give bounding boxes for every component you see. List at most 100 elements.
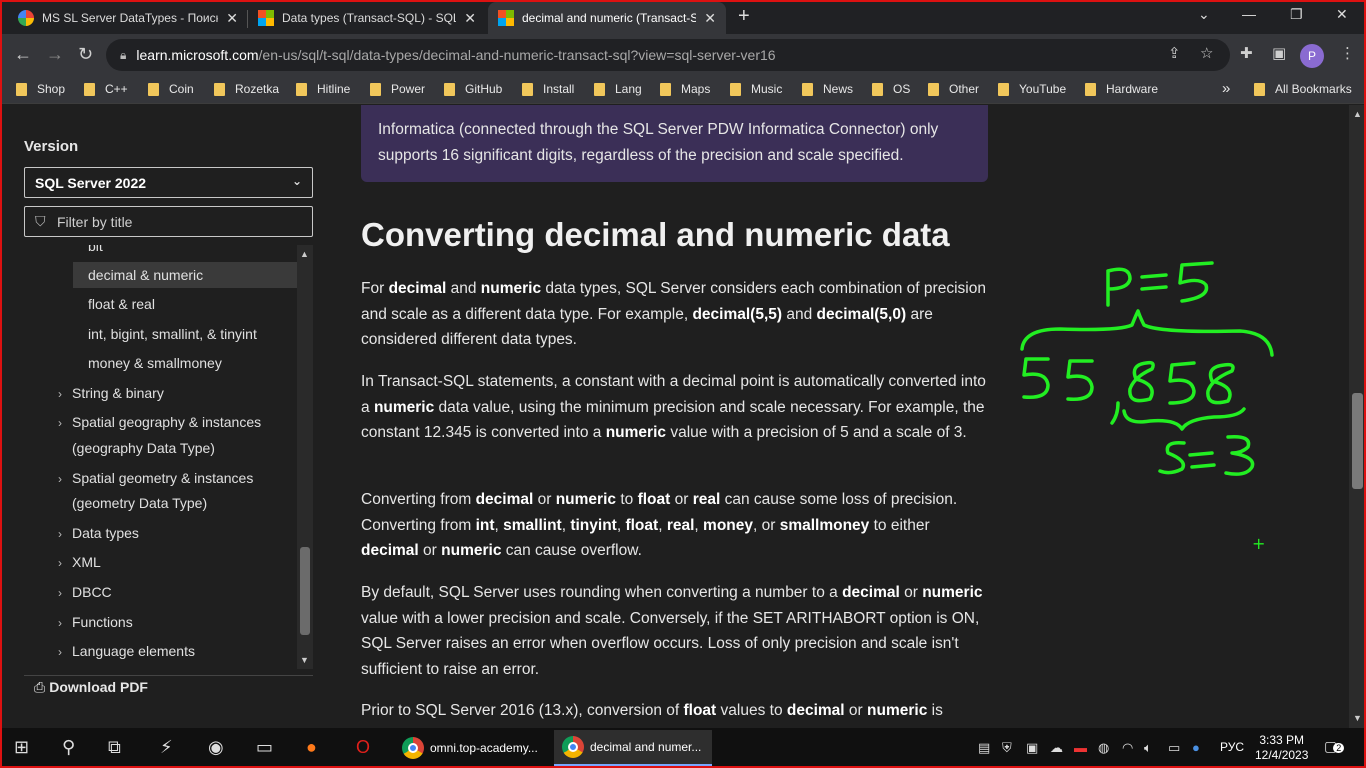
reload-icon[interactable]: ↻ [78, 44, 93, 65]
menu-icon[interactable]: ⋮ [1340, 44, 1355, 62]
taskbar-chrome-window[interactable]: omni.top-academy... [394, 730, 550, 766]
terminal-icon[interactable]: ▭ [256, 737, 273, 758]
extensions-icon[interactable]: ✚ [1240, 44, 1253, 62]
wifi-icon[interactable]: ◠ [1122, 740, 1133, 756]
paragraph: By default, SQL Server uses rounding whe… [361, 584, 983, 679]
tray-icon[interactable]: ▤ [978, 740, 990, 756]
tray-icon[interactable]: ▬ [1074, 740, 1087, 755]
bookmark-hitline[interactable]: Hitline [296, 82, 350, 96]
toc-item-bit[interactable]: bit [88, 245, 103, 259]
bookmark-lang[interactable]: Lang [594, 82, 642, 96]
back-icon[interactable]: ← [14, 44, 32, 65]
paragraph: In Transact-SQL statements, a constant w… [361, 373, 986, 442]
scroll-down-icon[interactable]: ▼ [300, 655, 309, 665]
tray-icon[interactable]: ⛨ [1002, 740, 1012, 756]
scroll-up-icon[interactable]: ▲ [300, 249, 309, 259]
toc-item-spatial-geography[interactable]: › Spatial geography & instances [58, 409, 261, 436]
notifications-icon[interactable]: ▢2 [1324, 738, 1345, 755]
bookmarks-overflow-button[interactable]: » [1222, 80, 1230, 97]
toc-item-string-binary[interactable]: › String & binary [58, 380, 164, 407]
bookmark-rozetka[interactable]: Rozetka [214, 82, 279, 96]
language-indicator[interactable]: РУС [1220, 740, 1244, 754]
bookmark-maps[interactable]: Maps [660, 82, 710, 96]
toc-item-language-elements[interactable]: › Language elements [58, 638, 195, 665]
clock[interactable]: 3:33 PM 12/4/2023 [1255, 733, 1308, 763]
toc-item-dbcc[interactable]: › DBCC [58, 579, 112, 606]
toc-item-data-types[interactable]: › Data types [58, 520, 139, 547]
toc-item-spatial-geometry[interactable]: › Spatial geometry & instances [58, 465, 253, 492]
bookmark-os[interactable]: OS [872, 82, 910, 96]
bookmark-music[interactable]: Music [730, 82, 782, 96]
opera-icon[interactable]: O [356, 737, 370, 758]
handwriting-digit [1128, 360, 1155, 403]
close-icon[interactable]: ✕ [704, 10, 716, 27]
handwriting-digit [1066, 359, 1094, 401]
bookmark-label: YouTube [1019, 82, 1067, 96]
version-select[interactable]: SQL Server 2022 ⌄ [24, 167, 313, 198]
close-icon[interactable]: ✕ [464, 10, 476, 27]
toc-item-decimal-numeric[interactable]: decimal & numeric [73, 262, 297, 288]
tray-icon[interactable]: ☁ [1050, 740, 1063, 756]
minimize-icon[interactable]: — [1242, 6, 1256, 22]
restore-icon[interactable]: ❐ [1290, 6, 1303, 23]
toc-scrollbar[interactable]: ▲ ▼ [297, 245, 313, 669]
toc-item-geometry-sub[interactable]: (geometry Data Type) [72, 490, 207, 516]
address-bar[interactable]: 🔒︎ learn.microsoft.com/en-us/sql/t-sql/d… [106, 39, 1230, 71]
scroll-down-icon[interactable]: ▼ [1353, 713, 1362, 723]
pinned-app-icon[interactable]: ◉ [208, 737, 224, 758]
bookmark-coin[interactable]: Coin [148, 82, 194, 96]
bookmark-shop[interactable]: Shop [16, 82, 65, 96]
new-tab-button[interactable]: + [738, 5, 750, 28]
all-bookmarks[interactable]: All Bookmarks [1246, 82, 1352, 96]
bookmark-cpp[interactable]: C++ [84, 82, 128, 96]
tab-title: MS SL Server DataTypes - Поиск [42, 11, 219, 25]
chevron-right-icon: › [58, 416, 62, 430]
scroll-thumb[interactable] [300, 547, 310, 635]
window-close-icon[interactable]: ✕ [1336, 6, 1348, 23]
bookmark-github[interactable]: GitHub [444, 82, 502, 96]
filter-input[interactable]: ⛉ Filter by title [24, 206, 313, 237]
share-icon[interactable]: ⇪ [1168, 44, 1181, 62]
volume-icon[interactable]: 🔈︎ [1144, 740, 1152, 756]
handwriting-digit [1206, 362, 1235, 405]
tray-icon[interactable]: ◍ [1098, 740, 1109, 756]
tab-search-icon[interactable]: ⌄ [1198, 6, 1210, 23]
search-icon[interactable]: ⚲ [62, 737, 75, 758]
battery-icon[interactable]: ▭ [1168, 740, 1180, 756]
pinned-app-icon[interactable]: ⚡ [160, 737, 173, 758]
bookmark-hardware[interactable]: Hardware [1085, 82, 1158, 96]
side-panel-icon[interactable]: ▣ [1272, 44, 1286, 62]
bookmark-power[interactable]: Power [370, 82, 425, 96]
tab-decimal-numeric[interactable]: decimal and numeric (Transact-S ✕ [488, 2, 726, 34]
taskbar-chrome-window-active[interactable]: decimal and numer... [554, 730, 712, 766]
download-pdf-link[interactable]: ⎙ Download PDF [34, 679, 148, 696]
bookmark-star-icon[interactable]: ☆ [1200, 44, 1213, 62]
toc-item-int[interactable]: int, bigint, smallint, & tinyint [88, 321, 257, 347]
windows-start-icon[interactable]: ⊞ [14, 737, 29, 758]
scroll-thumb[interactable] [1352, 393, 1363, 489]
toc-item-float-real[interactable]: float & real [88, 291, 155, 317]
bookmark-label: News [823, 82, 854, 96]
tray-icon[interactable]: ● [1192, 740, 1200, 755]
close-icon[interactable]: ✕ [226, 10, 238, 27]
bookmark-install[interactable]: Install [522, 82, 574, 96]
bookmark-youtube[interactable]: YouTube [998, 82, 1066, 96]
task-view-icon[interactable]: ⧉ [108, 737, 121, 758]
bookmark-news[interactable]: News [802, 82, 853, 96]
scroll-up-icon[interactable]: ▲ [1353, 109, 1362, 119]
tray-icon[interactable]: ▣ [1026, 740, 1038, 756]
tab-data-types[interactable]: Data types (Transact-SQL) - SQL ✕ [248, 2, 486, 34]
toc-tree: bit decimal & numeric float & real int, … [24, 245, 313, 669]
toc-label: Data types [72, 525, 139, 541]
profile-avatar[interactable]: P [1300, 44, 1324, 68]
forward-icon[interactable]: → [46, 44, 64, 65]
toc-item-geography-sub[interactable]: (geography Data Type) [72, 435, 215, 461]
toc-item-functions[interactable]: › Functions [58, 609, 133, 636]
tab-title: Data types (Transact-SQL) - SQL [282, 11, 457, 25]
page-scrollbar[interactable]: ▲ ▼ [1349, 105, 1366, 728]
toc-item-xml[interactable]: › XML [58, 549, 101, 576]
toc-item-money[interactable]: money & smallmoney [88, 350, 222, 376]
tab-search[interactable]: MS SL Server DataTypes - Поиск ✕ [8, 2, 248, 34]
firefox-icon[interactable]: ● [306, 737, 317, 758]
bookmark-other[interactable]: Other [928, 82, 979, 96]
